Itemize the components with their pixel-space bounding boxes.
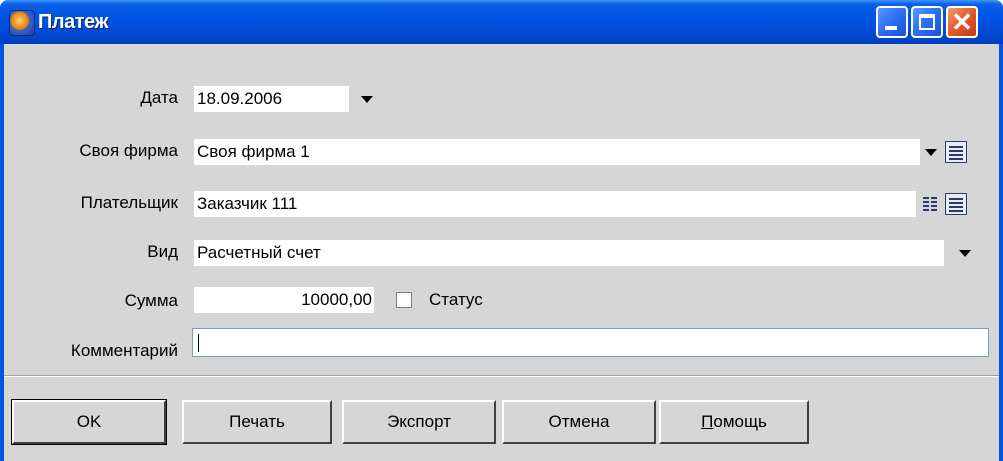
sum-field[interactable]: 10000,00 <box>194 287 374 313</box>
close-button[interactable]: ✕ <box>946 6 978 38</box>
print-button[interactable]: Печать <box>182 400 332 444</box>
cancel-button[interactable]: Отмена <box>502 400 656 444</box>
comment-input[interactable] <box>192 328 989 357</box>
comment-label: Комментарий <box>70 341 178 360</box>
form-body: Дата 18.09.2006 Своя фирма Своя фирма 1 … <box>4 44 999 461</box>
date-field[interactable]: 18.09.2006 <box>194 86 349 112</box>
app-icon[interactable] <box>9 10 35 36</box>
window-title: Платеж <box>38 11 109 33</box>
minimize-icon <box>885 26 897 30</box>
title-bar[interactable]: Платеж ✕ <box>0 0 1003 44</box>
ok-button[interactable]: OK <box>11 399 167 445</box>
maximize-icon <box>919 14 935 30</box>
help-button[interactable]: Помощь <box>659 400 809 444</box>
payer-label: Плательщик <box>80 193 178 212</box>
text-caret <box>198 334 199 352</box>
firm-list-button[interactable] <box>945 141 967 163</box>
payer-list-button[interactable] <box>945 193 967 215</box>
export-button[interactable]: Экспорт <box>342 400 496 444</box>
payer-field[interactable]: Заказчик 111 <box>194 191 916 217</box>
status-checkbox[interactable] <box>396 292 412 308</box>
chevron-down-icon <box>959 249 971 257</box>
firm-field[interactable]: Своя фирма 1 <box>194 139 920 165</box>
separator <box>4 375 999 377</box>
close-icon: ✕ <box>951 7 973 37</box>
payer-select-button[interactable] <box>921 193 943 215</box>
firm-dropdown-button[interactable] <box>921 141 941 163</box>
date-label: Дата <box>140 88 178 107</box>
minimize-button[interactable] <box>876 6 908 38</box>
chevron-down-icon <box>361 95 373 103</box>
firm-label: Своя фирма <box>79 141 178 160</box>
maximize-button[interactable] <box>911 6 943 38</box>
kind-dropdown-button[interactable] <box>955 242 975 264</box>
payment-window: Платеж ✕ Дата 18.09.2006 Своя фирма Своя… <box>0 0 1003 461</box>
kind-field[interactable]: Расчетный счет <box>194 240 944 266</box>
chevron-down-icon <box>925 148 937 156</box>
help-mnemonic: П <box>701 412 714 431</box>
date-dropdown-button[interactable] <box>357 88 377 110</box>
status-label: Статус <box>429 290 483 309</box>
help-label-rest: омощь <box>713 412 767 431</box>
sum-label: Сумма <box>124 291 178 310</box>
kind-label: Вид <box>147 242 178 261</box>
